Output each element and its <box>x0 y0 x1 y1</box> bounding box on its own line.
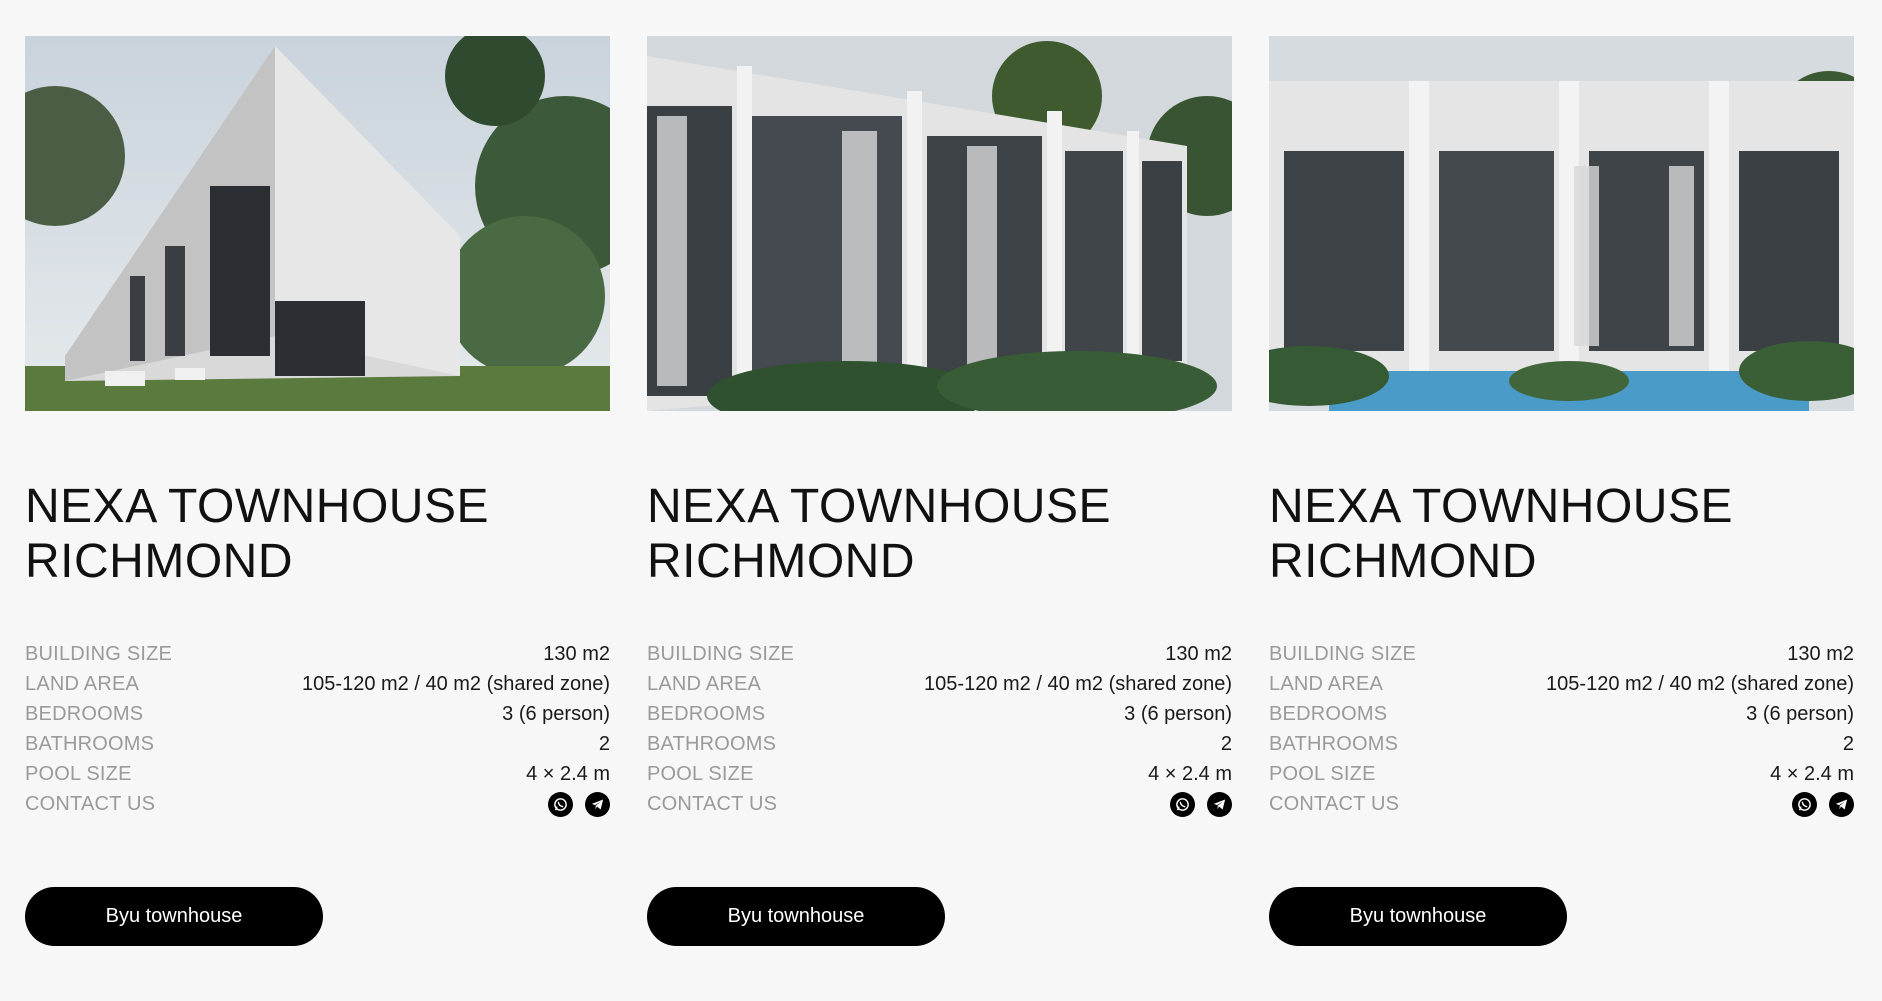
spec-row-land-area: LAND AREA 105-120 m2 / 40 m2 (shared zon… <box>1269 669 1854 699</box>
whatsapp-icon[interactable] <box>1792 791 1817 817</box>
townhouse-title: NEXA TOWNHOUSE RICHMOND <box>1269 479 1854 589</box>
whatsapp-icon[interactable] <box>548 791 573 817</box>
title-line-1: NEXA TOWNHOUSE <box>25 480 489 533</box>
spec-row-building-size: BUILDING SIZE 130 m2 <box>25 639 610 669</box>
spec-row-contact: CONTACT US <box>647 789 1232 819</box>
spec-value: 105-120 m2 / 40 m2 (shared zone) <box>1546 672 1854 695</box>
spec-value: 4 × 2.4 m <box>526 762 610 785</box>
spec-value: 130 m2 <box>543 642 610 665</box>
townhouse-card: NEXA TOWNHOUSE RICHMOND BUILDING SIZE 13… <box>25 36 610 946</box>
spec-row-bathrooms: BATHROOMS 2 <box>25 729 610 759</box>
spec-value: 130 m2 <box>1787 642 1854 665</box>
spec-row-land-area: LAND AREA 105-120 m2 / 40 m2 (shared zon… <box>647 669 1232 699</box>
spec-label: LAND AREA <box>647 672 762 695</box>
spec-label: BATHROOMS <box>1269 732 1399 755</box>
spec-value: 4 × 2.4 m <box>1148 762 1232 785</box>
spec-label: BATHROOMS <box>647 732 777 755</box>
spec-row-bedrooms: BEDROOMS 3 (6 person) <box>647 699 1232 729</box>
townhouse-title: NEXA TOWNHOUSE RICHMOND <box>25 479 610 589</box>
spec-value: 3 (6 person) <box>502 702 610 725</box>
spec-row-pool-size: POOL SIZE 4 × 2.4 m <box>647 759 1232 789</box>
spec-label: BUILDING SIZE <box>647 642 795 665</box>
telegram-icon[interactable] <box>1207 791 1232 817</box>
spec-row-pool-size: POOL SIZE 4 × 2.4 m <box>25 759 610 789</box>
spec-list: BUILDING SIZE 130 m2 LAND AREA 105-120 m… <box>647 639 1232 819</box>
contact-icons <box>548 791 610 817</box>
spec-list: BUILDING SIZE 130 m2 LAND AREA 105-120 m… <box>25 639 610 819</box>
spec-label: BUILDING SIZE <box>1269 642 1417 665</box>
contact-label: CONTACT US <box>647 792 778 815</box>
spec-row-bathrooms: BATHROOMS 2 <box>647 729 1232 759</box>
spec-row-building-size: BUILDING SIZE 130 m2 <box>647 639 1232 669</box>
spec-row-pool-size: POOL SIZE 4 × 2.4 m <box>1269 759 1854 789</box>
contact-icons <box>1170 791 1232 817</box>
spec-label: POOL SIZE <box>647 762 754 785</box>
townhouse-title: NEXA TOWNHOUSE RICHMOND <box>647 479 1232 589</box>
spec-value: 3 (6 person) <box>1124 702 1232 725</box>
spec-value: 2 <box>598 732 610 755</box>
spec-label: BEDROOMS <box>1269 702 1388 725</box>
spec-value: 130 m2 <box>1165 642 1232 665</box>
spec-row-land-area: LAND AREA 105-120 m2 / 40 m2 (shared zon… <box>25 669 610 699</box>
spec-row-contact: CONTACT US <box>25 789 610 819</box>
contact-icons <box>1792 791 1854 817</box>
spec-label: BEDROOMS <box>647 702 766 725</box>
spec-value: 3 (6 person) <box>1746 702 1854 725</box>
whatsapp-icon[interactable] <box>1170 791 1195 817</box>
townhouse-photo[interactable] <box>25 36 610 411</box>
buy-townhouse-button[interactable]: Byu townhouse <box>647 887 945 946</box>
title-line-1: NEXA TOWNHOUSE <box>647 480 1111 533</box>
spec-label: BATHROOMS <box>25 732 155 755</box>
spec-value: 2 <box>1842 732 1854 755</box>
townhouse-card: NEXA TOWNHOUSE RICHMOND BUILDING SIZE 13… <box>1269 36 1854 946</box>
spec-row-building-size: BUILDING SIZE 130 m2 <box>1269 639 1854 669</box>
title-line-2: RICHMOND <box>25 535 293 588</box>
title-line-1: NEXA TOWNHOUSE <box>1269 480 1733 533</box>
townhouse-card: NEXA TOWNHOUSE RICHMOND BUILDING SIZE 13… <box>647 36 1232 946</box>
spec-row-bedrooms: BEDROOMS 3 (6 person) <box>1269 699 1854 729</box>
telegram-icon[interactable] <box>1829 791 1854 817</box>
townhouse-cards: NEXA TOWNHOUSE RICHMOND BUILDING SIZE 13… <box>0 0 1882 1001</box>
spec-row-bedrooms: BEDROOMS 3 (6 person) <box>25 699 610 729</box>
telegram-icon[interactable] <box>585 791 610 817</box>
spec-value: 105-120 m2 / 40 m2 (shared zone) <box>924 672 1232 695</box>
contact-label: CONTACT US <box>25 792 156 815</box>
buy-townhouse-button[interactable]: Byu townhouse <box>25 887 323 946</box>
title-line-2: RICHMOND <box>647 535 915 588</box>
spec-label: LAND AREA <box>1269 672 1384 695</box>
buy-townhouse-button[interactable]: Byu townhouse <box>1269 887 1567 946</box>
spec-label: LAND AREA <box>25 672 140 695</box>
spec-label: POOL SIZE <box>25 762 132 785</box>
spec-row-bathrooms: BATHROOMS 2 <box>1269 729 1854 759</box>
spec-label: POOL SIZE <box>1269 762 1376 785</box>
spec-value: 105-120 m2 / 40 m2 (shared zone) <box>302 672 610 695</box>
spec-value: 2 <box>1220 732 1232 755</box>
title-line-2: RICHMOND <box>1269 535 1537 588</box>
contact-label: CONTACT US <box>1269 792 1400 815</box>
spec-list: BUILDING SIZE 130 m2 LAND AREA 105-120 m… <box>1269 639 1854 819</box>
spec-row-contact: CONTACT US <box>1269 789 1854 819</box>
townhouse-photo[interactable] <box>1269 36 1854 411</box>
spec-label: BUILDING SIZE <box>25 642 173 665</box>
spec-value: 4 × 2.4 m <box>1770 762 1854 785</box>
townhouse-photo[interactable] <box>647 36 1232 411</box>
spec-label: BEDROOMS <box>25 702 144 725</box>
